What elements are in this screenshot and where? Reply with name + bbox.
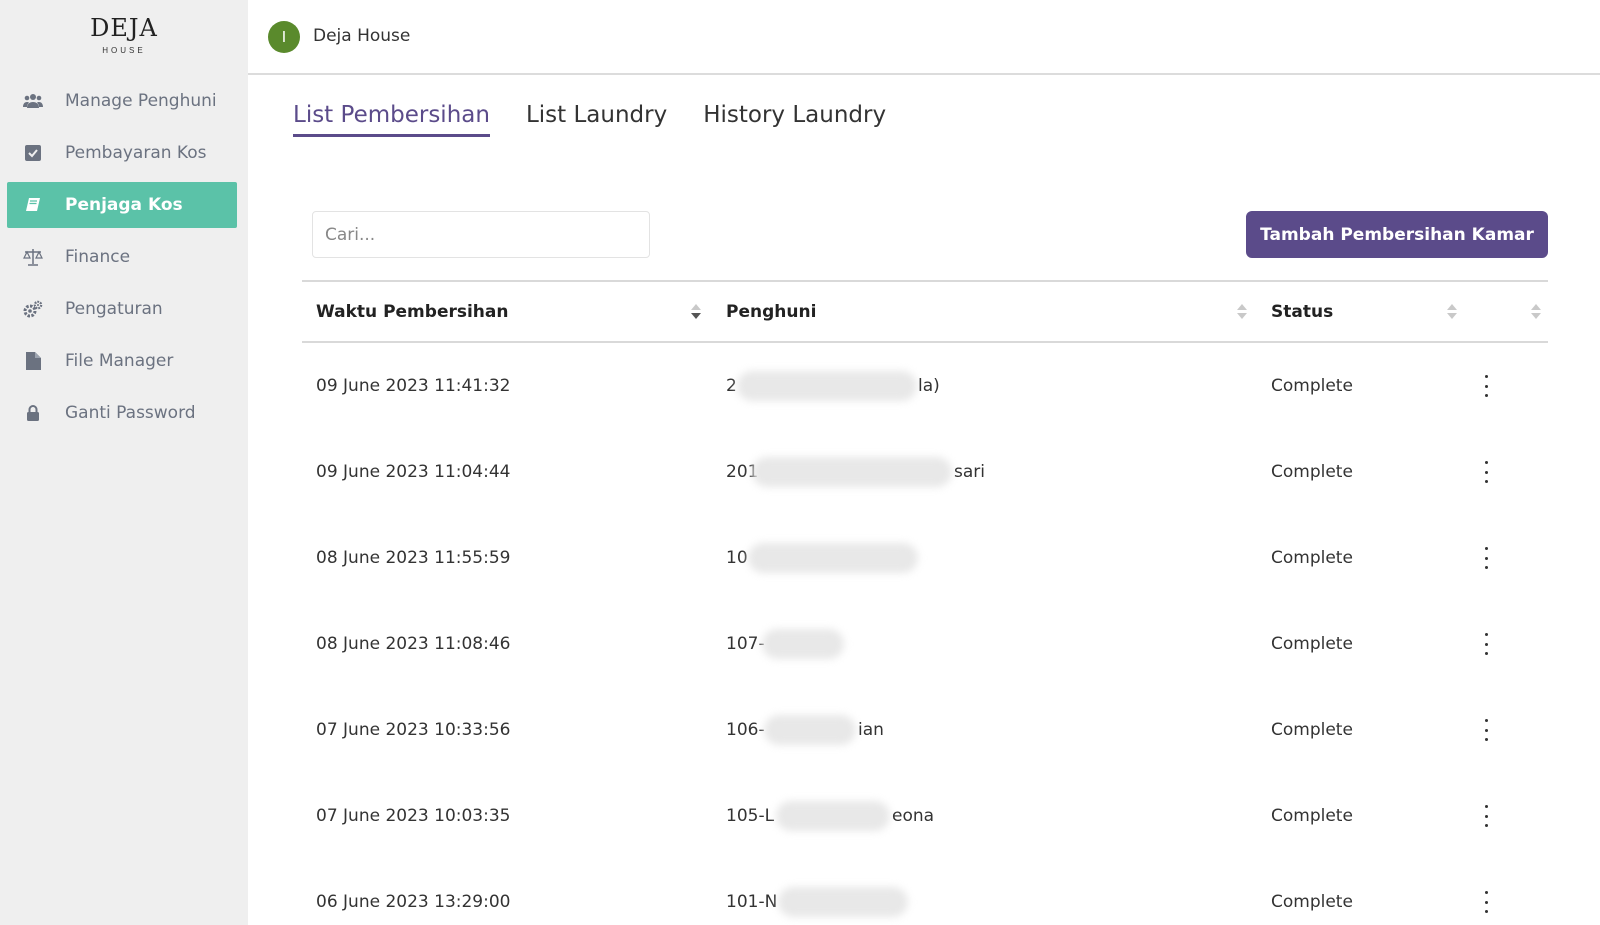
- sort-icon[interactable]: [1447, 304, 1457, 322]
- more-options-icon[interactable]: [1478, 373, 1494, 399]
- tenant-name-end: sari: [954, 462, 985, 482]
- status-text: Complete: [1271, 892, 1353, 912]
- check-square-icon: [23, 143, 43, 163]
- book-icon: [23, 195, 43, 215]
- sort-icon[interactable]: [1531, 304, 1541, 322]
- tab-list-pembersihan[interactable]: List Pembersihan: [293, 102, 490, 137]
- tenant-name-end: ian: [858, 720, 884, 740]
- table-row: 08 June 2023 11:08:46 107- Complete: [302, 601, 1548, 687]
- top-header: I Deja House: [248, 0, 1600, 75]
- table-row: 07 June 2023 10:03:35 105-L eona Complet…: [302, 773, 1548, 859]
- table-row: 06 June 2023 13:29:00 101-N Complete: [302, 859, 1548, 925]
- sidebar-item-label: Pengaturan: [65, 299, 163, 319]
- cleaning-time: 08 June 2023 11:55:59: [316, 548, 511, 568]
- sidebar-nav: Manage Penghuni Pembayaran Kos Penjaga K…: [7, 78, 237, 442]
- avatar[interactable]: I: [268, 21, 300, 53]
- tenant-name-start: 10: [726, 548, 748, 568]
- tenant-name-start: 106-: [726, 720, 765, 740]
- sidebar: DEJA HOUSE Manage Penghuni Pembayaran Ko…: [0, 0, 248, 925]
- sidebar-item-pengaturan[interactable]: Pengaturan: [7, 286, 237, 332]
- table-row: 09 June 2023 11:41:32 2 la) Complete: [302, 343, 1548, 429]
- status-text: Complete: [1271, 376, 1353, 396]
- sort-icon[interactable]: [1237, 304, 1247, 322]
- sort-icon[interactable]: [691, 304, 701, 322]
- sidebar-item-file-manager[interactable]: File Manager: [7, 338, 237, 384]
- cleaning-time: 08 June 2023 11:08:46: [316, 634, 511, 654]
- tenant-name-start: 105-L: [726, 806, 775, 826]
- status-text: Complete: [1271, 462, 1353, 482]
- redacted-text: [737, 371, 917, 401]
- status-text: Complete: [1271, 548, 1353, 568]
- redacted-text: [752, 457, 952, 487]
- lock-icon: [23, 403, 43, 423]
- more-options-icon[interactable]: [1478, 717, 1494, 743]
- tab-history-laundry[interactable]: History Laundry: [703, 102, 886, 137]
- redacted-text: [762, 629, 844, 659]
- sidebar-item-manage-penghuni[interactable]: Manage Penghuni: [7, 78, 237, 124]
- tenant-name-start: 101-N: [726, 892, 778, 912]
- header-title: Deja House: [313, 26, 411, 46]
- column-header-penghuni[interactable]: Penghuni: [726, 302, 816, 322]
- more-options-icon[interactable]: [1478, 803, 1494, 829]
- sidebar-item-penjaga-kos[interactable]: Penjaga Kos: [7, 182, 237, 228]
- sidebar-item-label: Manage Penghuni: [65, 91, 217, 111]
- table-row: 08 June 2023 11:55:59 10 Complete: [302, 515, 1548, 601]
- cleaning-time: 07 June 2023 10:03:35: [316, 806, 511, 826]
- sidebar-item-label: Ganti Password: [65, 403, 196, 423]
- sidebar-item-label: File Manager: [65, 351, 174, 371]
- sidebar-item-finance[interactable]: Finance: [7, 234, 237, 280]
- search-input[interactable]: [312, 211, 650, 258]
- tenant-name-start: 107-: [726, 634, 765, 654]
- sidebar-item-ganti-password[interactable]: Ganti Password: [7, 390, 237, 436]
- cleaning-time: 09 June 2023 11:04:44: [316, 462, 511, 482]
- redacted-text: [776, 801, 890, 831]
- more-options-icon[interactable]: [1478, 545, 1494, 571]
- sidebar-item-label: Penjaga Kos: [65, 195, 183, 215]
- status-text: Complete: [1271, 806, 1353, 826]
- file-icon: [23, 351, 43, 371]
- more-options-icon[interactable]: [1478, 889, 1494, 915]
- redacted-text: [764, 715, 856, 745]
- tab-list-laundry[interactable]: List Laundry: [526, 102, 667, 137]
- tab-bar: List Pembersihan List Laundry History La…: [293, 102, 922, 137]
- tenant-name-start: 2: [726, 376, 737, 396]
- sidebar-item-pembayaran-kos[interactable]: Pembayaran Kos: [7, 130, 237, 176]
- table-row: 07 June 2023 10:33:56 106- ian Complete: [302, 687, 1548, 773]
- status-text: Complete: [1271, 634, 1353, 654]
- cleaning-time: 06 June 2023 13:29:00: [316, 892, 511, 912]
- sidebar-item-label: Finance: [65, 247, 131, 267]
- cleaning-table: Waktu Pembersihan Penghuni Status 09 Jun…: [302, 280, 1548, 925]
- brand-logo[interactable]: DEJA HOUSE: [0, 14, 248, 55]
- column-header-status[interactable]: Status: [1271, 302, 1333, 322]
- column-header-waktu[interactable]: Waktu Pembersihan: [316, 302, 508, 322]
- table-row: 09 June 2023 11:04:44 201 sari Complete: [302, 429, 1548, 515]
- tenant-name-end: eona: [892, 806, 935, 826]
- brand-name: DEJA: [90, 14, 158, 42]
- cleaning-time: 09 June 2023 11:41:32: [316, 376, 511, 396]
- tenant-name-end: la): [918, 376, 940, 396]
- table-header: Waktu Pembersihan Penghuni Status: [302, 280, 1548, 343]
- status-text: Complete: [1271, 720, 1353, 740]
- more-options-icon[interactable]: [1478, 631, 1494, 657]
- scale-icon: [23, 247, 43, 267]
- add-cleaning-button[interactable]: Tambah Pembersihan Kamar: [1246, 211, 1548, 258]
- users-icon: [23, 91, 43, 111]
- brand-sub: HOUSE: [102, 46, 146, 55]
- redacted-text: [778, 887, 908, 917]
- redacted-text: [748, 543, 918, 573]
- sidebar-item-label: Pembayaran Kos: [65, 143, 207, 163]
- cleaning-time: 07 June 2023 10:33:56: [316, 720, 511, 740]
- gears-icon: [23, 299, 43, 319]
- more-options-icon[interactable]: [1478, 459, 1494, 485]
